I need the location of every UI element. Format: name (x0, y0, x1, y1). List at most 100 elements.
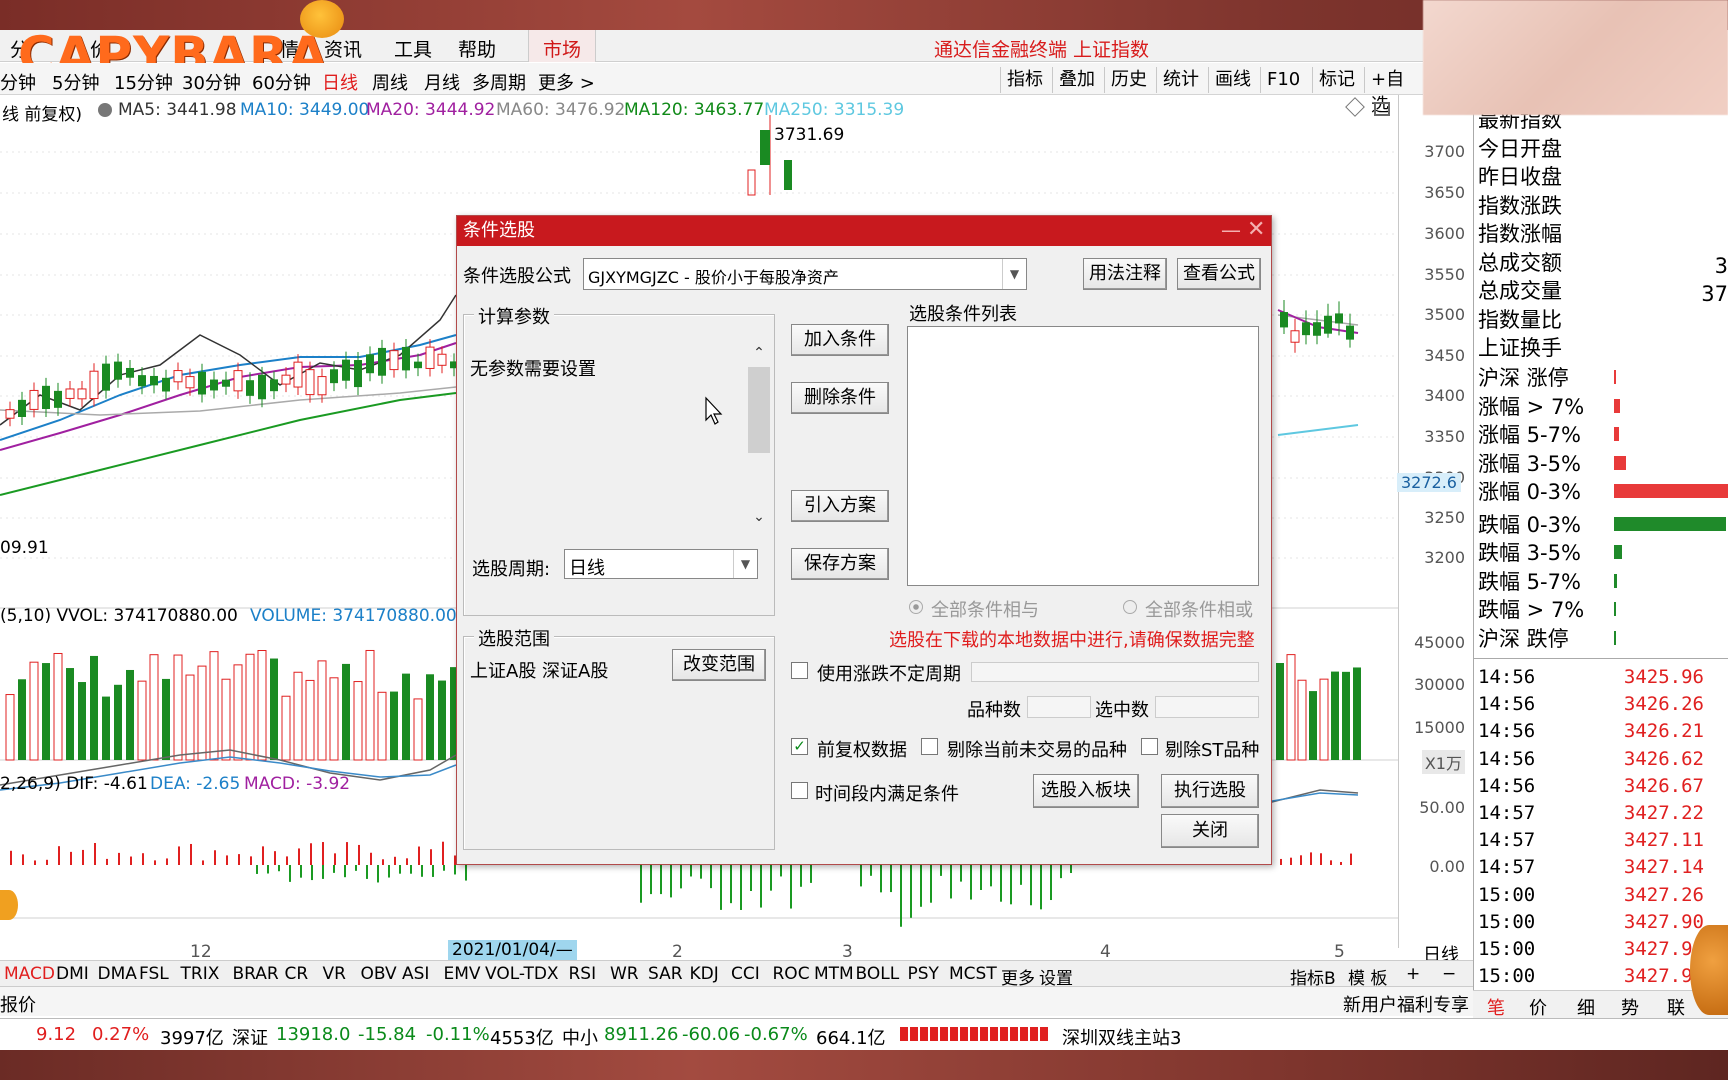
macd-bar (1020, 865, 1022, 885)
period-30min[interactable]: 30分钟 (182, 69, 241, 95)
indicator-tab[interactable]: WR (610, 964, 639, 984)
panel-toggle-icon[interactable] (1374, 102, 1390, 116)
indicator-tab[interactable]: PSY (908, 964, 939, 984)
macd-value-label: MACD: -3.92 (244, 774, 351, 794)
tab-link[interactable]: 联 (1667, 994, 1685, 1020)
period-select[interactable]: 日线 ▼ (564, 549, 758, 579)
distribution-label: 涨幅 > 7% (1478, 394, 1585, 419)
indicator-tab[interactable]: MCST (949, 964, 997, 984)
sz-index-name: 深证 (232, 1028, 268, 1049)
indicator-tab[interactable]: ASI (402, 964, 429, 984)
period-60min[interactable]: 60分钟 (252, 69, 311, 95)
uncertain-period-checkbox[interactable] (791, 662, 808, 679)
tab-price[interactable]: 价 (1529, 994, 1547, 1020)
candle (246, 380, 254, 396)
indicator-tab[interactable]: DMI (56, 964, 89, 984)
save-plan-button[interactable]: 保存方案 (791, 548, 889, 580)
indicator-tab[interactable]: RSI (569, 964, 597, 984)
time-range-checkbox[interactable] (791, 782, 808, 799)
minimize-icon[interactable]: — (1221, 216, 1241, 244)
tab-draw[interactable]: 画线 (1208, 67, 1257, 93)
formula-select[interactable]: GJXYMGJZC - 股价小于每股净资产 ▼ (583, 258, 1027, 290)
exclude-untraded-checkbox[interactable] (921, 738, 938, 755)
indicator-tab[interactable]: FSL (139, 964, 169, 984)
change-range-button[interactable]: 改变范围 (672, 649, 766, 681)
tab-stats[interactable]: 统计 (1156, 67, 1205, 93)
info-label: 指数量比 (1478, 307, 1562, 332)
menu-item-tools[interactable]: 工具 (394, 35, 432, 62)
usage-notes-button[interactable]: 用法注释 (1083, 258, 1167, 290)
indicator-tab[interactable]: VOL-TDX (485, 964, 559, 984)
indicator-right-control[interactable]: + (1406, 964, 1420, 984)
tab-history[interactable]: 历史 (1104, 67, 1153, 93)
menu-item-help[interactable]: 帮助 (458, 35, 496, 62)
promo-link[interactable]: 新用户福利专享 (1343, 991, 1469, 1017)
macd-bar (406, 858, 408, 865)
macd-bar (366, 865, 368, 879)
execute-button[interactable]: 执行选股 (1161, 774, 1259, 808)
volume-bar (149, 654, 159, 761)
macd-bar (860, 865, 862, 887)
indicator-tab[interactable]: MACD (4, 964, 55, 984)
indicator-tab[interactable]: KDJ (690, 964, 719, 984)
indicator-tab[interactable]: DMA (98, 964, 137, 984)
adjust-checkbox[interactable]: ✓ (791, 738, 808, 755)
tab-detail[interactable]: 细 (1577, 994, 1595, 1020)
tab-overlay[interactable]: 叠加 (1052, 67, 1101, 93)
radio-and[interactable] (909, 600, 923, 614)
chevron-down-icon[interactable]: ▼ (733, 550, 757, 578)
add-condition-button[interactable]: 加入条件 (791, 324, 889, 356)
tab-add-watch[interactable]: +自选 (1364, 67, 1423, 116)
period-multi[interactable]: 多周期 (472, 69, 526, 95)
uncertain-period-input[interactable] (971, 662, 1259, 682)
close-icon[interactable]: ✕ (1247, 216, 1265, 244)
indicator-tab[interactable]: MTM (814, 964, 854, 984)
tick-time: 14:56 (1478, 720, 1536, 743)
indicator-right-control[interactable]: − (1442, 964, 1456, 984)
volume-bar (1331, 671, 1339, 760)
radio-or[interactable] (1123, 600, 1137, 614)
indicator-tab[interactable]: BRAR (233, 964, 279, 984)
to-block-button[interactable]: 选股入板块 (1033, 774, 1139, 808)
period-daily[interactable]: 日线 (322, 69, 358, 95)
period-1min[interactable]: 分钟 (0, 69, 36, 95)
macd-bar (800, 865, 802, 887)
indicator-tab[interactable]: ROC (773, 964, 810, 984)
period-15min[interactable]: 15分钟 (114, 69, 173, 95)
tab-indicator[interactable]: 指标 (1000, 67, 1049, 93)
macd-bar (790, 865, 792, 909)
mouse-cursor-icon (705, 396, 723, 425)
candle (1290, 330, 1300, 343)
condition-list[interactable] (907, 326, 1259, 586)
close-button[interactable]: 关闭 (1161, 814, 1259, 848)
exclude-st-checkbox[interactable] (1141, 738, 1158, 755)
indicator-tab[interactable]: SAR (648, 964, 683, 984)
server-name[interactable]: 深圳双线主站3 (1062, 1024, 1181, 1050)
tab-trend[interactable]: 势 (1621, 994, 1639, 1020)
period-monthly[interactable]: 月线 (424, 69, 460, 95)
menu-item-market[interactable]: 市场 (528, 30, 597, 62)
tab-pen[interactable]: 笔 (1487, 994, 1505, 1020)
indicator-tab[interactable]: TRIX (181, 964, 220, 984)
indicator-tab[interactable]: CR (285, 964, 309, 984)
indicator-tab[interactable]: BOLL (856, 964, 900, 984)
view-formula-button[interactable]: 查看公式 (1177, 258, 1261, 290)
indicator-tab[interactable]: VR (323, 964, 346, 984)
quote-label[interactable]: 报价 (0, 991, 36, 1017)
delete-condition-button[interactable]: 删除条件 (791, 382, 889, 414)
indicator-tab[interactable]: CCI (731, 964, 760, 984)
params-scrollbar[interactable]: ⌃ ⌄ (748, 345, 770, 525)
tab-f10[interactable]: F10 (1260, 67, 1306, 93)
tab-mark[interactable]: 标记 (1312, 67, 1361, 93)
period-5min[interactable]: 5分钟 (52, 69, 99, 95)
candle (29, 389, 39, 410)
macd-bar (880, 865, 882, 893)
indicator-tab[interactable]: EMV (444, 964, 481, 984)
menu-item-news[interactable]: 资讯 (324, 35, 362, 62)
indicator-tab[interactable]: OBV (361, 964, 397, 984)
period-weekly[interactable]: 周线 (372, 69, 408, 95)
period-more[interactable]: 更多 > (538, 69, 595, 95)
chevron-down-icon[interactable]: ▼ (1002, 259, 1026, 289)
import-plan-button[interactable]: 引入方案 (791, 490, 889, 522)
radio-and-label: 全部条件相与 (931, 600, 1039, 621)
